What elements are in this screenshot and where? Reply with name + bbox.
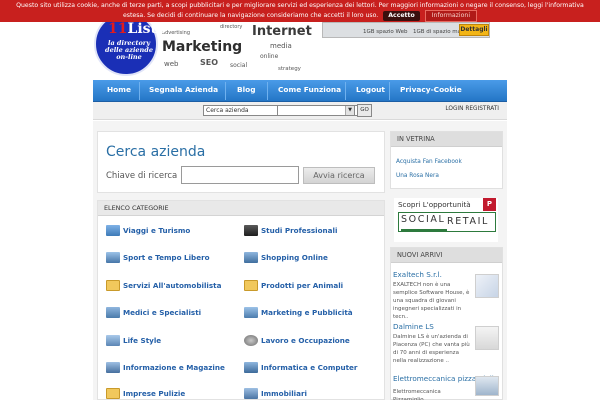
cookie-info-button[interactable]: Informazioni	[424, 10, 478, 22]
categories-panel: ELENCO CATEGORIE Viaggi e Turismo Sport …	[97, 200, 385, 400]
category-label: Viaggi e Turismo	[123, 226, 191, 235]
cookie-consent-bar: Questo sito utilizza cookie, anche di te…	[0, 0, 600, 22]
wordcloud-word: SEO	[200, 58, 219, 67]
login-register-link[interactable]: LOGIN REGISTRATI	[445, 106, 499, 112]
social-retail-logo: SOCIAL RETAIL	[398, 212, 496, 232]
nav-segnala-azienda[interactable]: Segnala Azienda	[149, 80, 218, 102]
nav-blog[interactable]: Blog	[237, 80, 256, 102]
category-label: Informazione e Magazine	[123, 363, 225, 372]
nav-separator	[225, 82, 226, 100]
logo-word: Listo	[127, 21, 167, 37]
search-type-value: Cerca azienda	[206, 107, 249, 114]
social-underline	[401, 229, 447, 231]
category-label: Prodotti per Animali	[261, 281, 344, 290]
category-label: Medici e Specialisti	[123, 308, 202, 317]
banner-details-button[interactable]: Dettagli	[459, 24, 489, 36]
category-select[interactable]: ▼	[277, 105, 355, 116]
chevron-down-icon: ▼	[345, 106, 354, 115]
folder-icon	[106, 388, 120, 399]
computer-icon	[244, 362, 258, 373]
wordcloud-word: online	[260, 53, 279, 60]
vetrina-box: IN VETRINA Acquista Fan Facebook Una Ros…	[390, 131, 503, 189]
wordcloud-word: directory	[220, 24, 243, 30]
realestate-icon	[244, 388, 258, 399]
search-key-input[interactable]	[181, 166, 299, 184]
category-label: Sport e Tempo Libero	[123, 253, 210, 262]
social-retail-banner[interactable]: Scopri L'opportunità P SOCIAL RETAIL	[394, 198, 498, 242]
category-label: Servizi All'automobilista	[123, 281, 222, 290]
category-label: Studi Professionali	[261, 226, 338, 235]
category-label: Marketing e Pubblicità	[261, 308, 353, 317]
new-listing-title[interactable]: Exaltech S.r.l.	[393, 270, 442, 279]
search-key-label: Chiave di ricerca	[106, 171, 178, 181]
header-wordcloud-image: Internet Marketing SEO media web social …	[160, 22, 320, 77]
folder-icon	[244, 280, 258, 291]
nuovi-arrivi-header: NUOVI ARRIVI	[391, 248, 502, 263]
vetrina-link[interactable]: Acquista Fan Facebook	[396, 159, 462, 165]
shopping-icon	[244, 252, 258, 263]
hosting-banner[interactable]: 1GB spazio Web 1GB di spazio mail Dettag…	[322, 22, 490, 38]
quick-search-bar: Cerca azienda ▼ GO LOGIN REGISTRATI	[93, 102, 507, 120]
logo-tagline: la directory delle aziende on-line	[105, 39, 153, 61]
listing-thumbnail	[475, 376, 499, 396]
category-label: Life Style	[123, 336, 162, 345]
folder-icon	[106, 280, 120, 291]
category-label: Imprese Pulizie	[123, 389, 186, 398]
start-search-button[interactable]: Avvia ricerca	[303, 167, 375, 184]
professional-icon	[244, 225, 258, 236]
new-listing-desc: EXALTECH non è una semplice Software Hou…	[393, 282, 470, 320]
new-listing-desc: Elettromeccanica Pizzamiglio	[393, 389, 441, 400]
medical-icon	[106, 307, 120, 318]
wordcloud-word: Marketing	[162, 39, 243, 55]
travel-icon	[106, 225, 120, 236]
category-label: Lavoro e Occupazione	[261, 336, 350, 345]
jobs-icon	[244, 335, 258, 346]
categories-header: ELENCO CATEGORIE	[98, 201, 384, 216]
listing-thumbnail	[475, 326, 499, 350]
banner-text-mail: 1GB di spazio mail	[413, 29, 465, 35]
nav-privacy-cookie[interactable]: Privacy-Cookie	[400, 80, 462, 102]
retail-word: RETAIL	[447, 216, 489, 227]
banner-text-web: 1GB spazio Web	[363, 29, 408, 35]
wordcloud-word: strategy	[278, 66, 301, 72]
vetrina-link[interactable]: Una Rosa Nera	[396, 173, 439, 179]
new-listing-item[interactable]: Elettromeccanica pizzamiglio Elettromecc…	[393, 374, 501, 400]
cookie-text: Questo sito utilizza cookie, anche di te…	[16, 2, 584, 19]
main-nav: Home Segnala Azienda Blog Come Funziona …	[93, 80, 507, 102]
nav-home[interactable]: Home	[107, 80, 131, 102]
search-panel: Cerca azienda Chiave di ricerca Avvia ri…	[97, 131, 385, 193]
social-retail-badge: P	[483, 198, 496, 211]
nav-come-funziona[interactable]: Come Funziona	[278, 80, 341, 102]
magazine-icon	[106, 362, 120, 373]
go-button[interactable]: GO	[357, 104, 372, 117]
category-label: Shopping Online	[261, 253, 328, 262]
accept-cookies-button[interactable]: Accetto	[383, 11, 420, 21]
category-label: Immobiliari	[261, 389, 307, 398]
new-listing-item[interactable]: Dalmine LS Dalmine LS è un'azienda di Pi…	[393, 322, 501, 366]
search-panel-title: Cerca azienda	[106, 144, 206, 160]
wordcloud-word: Internet	[252, 24, 312, 39]
new-listing-item[interactable]: Exaltech S.r.l. EXALTECH non è una sempl…	[393, 270, 501, 320]
social-retail-title: Scopri L'opportunità	[398, 200, 471, 209]
logo-number: 11	[108, 21, 128, 37]
nav-separator	[389, 82, 390, 100]
listing-thumbnail	[475, 274, 499, 298]
new-listing-desc: Dalmine LS è un'azienda di Piacenza (PC)…	[393, 334, 470, 364]
lifestyle-icon	[106, 335, 120, 346]
site-header: Internet Marketing SEO media web social …	[0, 22, 600, 78]
nav-separator	[345, 82, 346, 100]
wordcloud-word: media	[270, 42, 292, 50]
new-listing-title[interactable]: Dalmine LS	[393, 322, 434, 331]
nav-separator	[267, 82, 268, 100]
logo-title: 11Listo	[108, 21, 166, 37]
category-label: Informatica e Computer	[261, 363, 358, 372]
nav-separator	[139, 82, 140, 100]
sport-icon	[106, 252, 120, 263]
social-word: SOCIAL	[401, 214, 446, 225]
wordcloud-word: web	[164, 60, 179, 68]
vetrina-header: IN VETRINA	[391, 132, 502, 147]
wordcloud-word: social	[230, 62, 248, 69]
nav-logout[interactable]: Logout	[356, 80, 385, 102]
marketing-icon	[244, 307, 258, 318]
